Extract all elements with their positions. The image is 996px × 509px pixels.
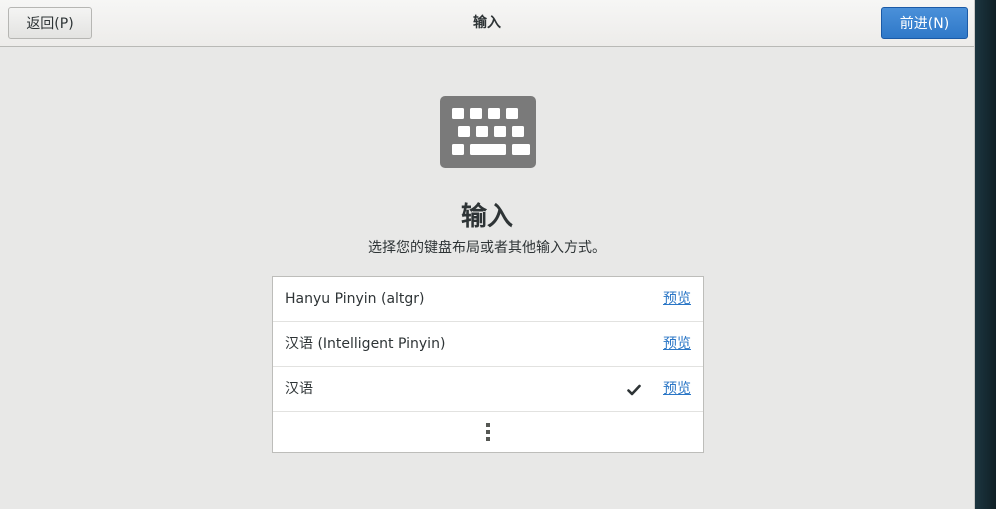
page-subtitle: 选择您的键盘布局或者其他输入方式。 <box>368 240 606 256</box>
input-source-label: Hanyu Pinyin (altgr) <box>285 291 425 307</box>
preview-link[interactable]: 预览 <box>663 322 691 366</box>
next-button[interactable]: 前进(N) <box>881 7 968 39</box>
keyboard-icon <box>440 96 536 168</box>
input-source-label: 汉语 (Intelligent Pinyin) <box>285 336 446 352</box>
preview-link[interactable]: 预览 <box>663 277 691 321</box>
input-source-label: 汉语 <box>285 381 313 397</box>
more-input-sources-button[interactable] <box>273 412 703 452</box>
input-source-row[interactable]: 汉语 (Intelligent Pinyin) 预览 <box>273 322 703 367</box>
input-source-row[interactable]: 汉语 预览 <box>273 367 703 412</box>
setup-window: 返回(P) 输入 前进(N) 输入 选择您的键盘布局或者其他输入方式。 Hany… <box>0 0 975 509</box>
header-bar: 返回(P) 输入 前进(N) <box>0 0 974 47</box>
vertical-ellipsis-icon <box>486 423 490 441</box>
input-source-list: Hanyu Pinyin (altgr) 预览 汉语 (Intelligent … <box>272 276 704 453</box>
back-button[interactable]: 返回(P) <box>8 7 92 39</box>
page-title: 输入 <box>460 202 513 232</box>
input-source-row[interactable]: Hanyu Pinyin (altgr) 预览 <box>273 277 703 322</box>
desktop-background <box>975 0 996 509</box>
preview-link[interactable]: 预览 <box>663 367 691 411</box>
header-title: 输入 <box>473 15 501 31</box>
checkmark-icon <box>627 384 641 396</box>
